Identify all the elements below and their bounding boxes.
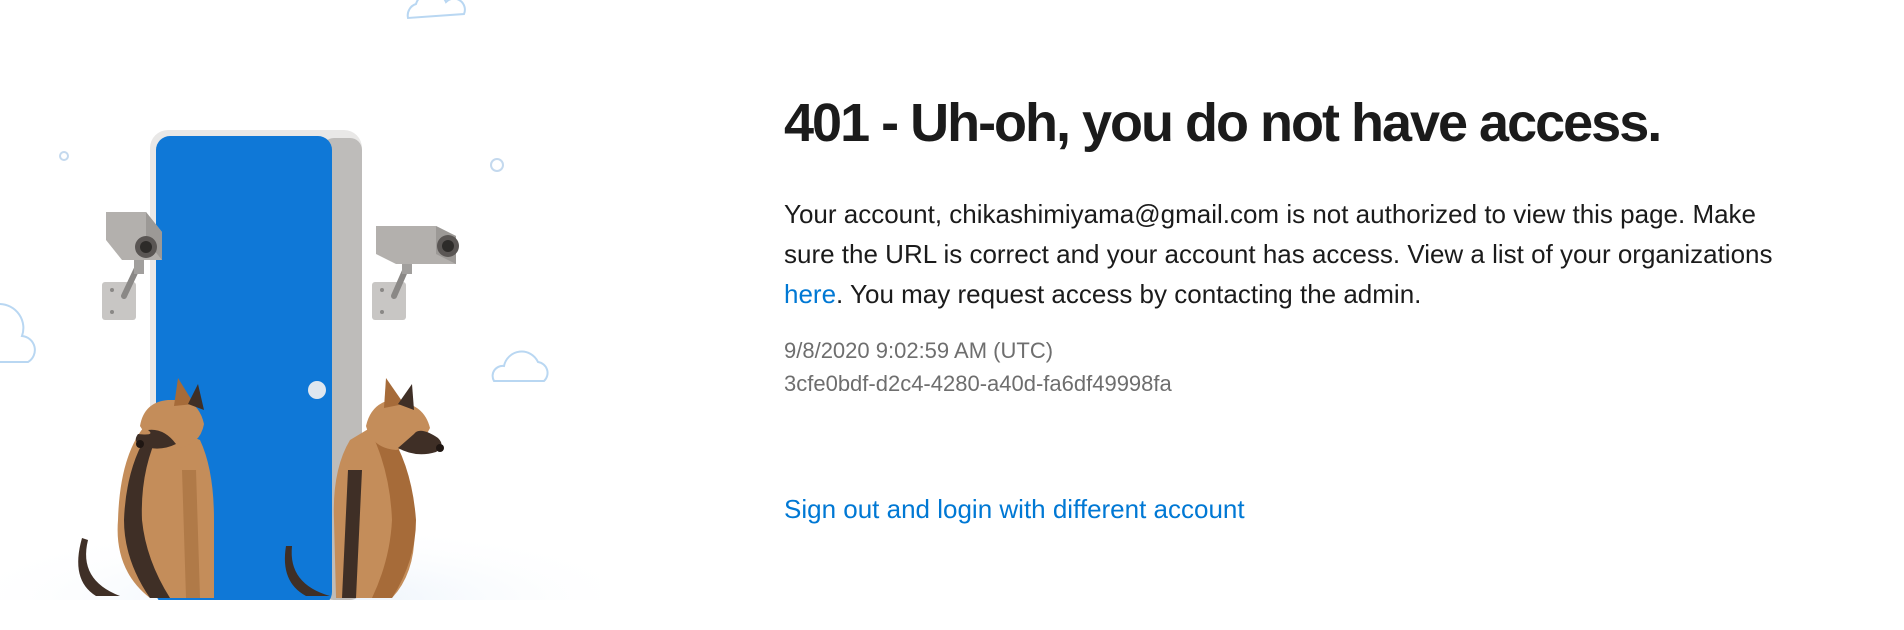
security-camera-icon: [372, 226, 459, 320]
cloud-icon: [406, 0, 466, 20]
access-denied-page: 401 - Uh-oh, you do not have access. You…: [0, 0, 1904, 630]
error-content: 401 - Uh-oh, you do not have access. You…: [784, 90, 1844, 525]
access-denied-illustration: [0, 0, 600, 600]
error-details: 9/8/2020 9:02:59 AM (UTC) 3cfe0bdf-d2c4-…: [784, 334, 1844, 400]
sign-out-link[interactable]: Sign out and login with different accoun…: [784, 494, 1245, 525]
error-message: Your account, chikashimiyama@gmail.com i…: [784, 194, 1804, 314]
error-timestamp: 9/8/2020 9:02:59 AM (UTC): [784, 338, 1054, 363]
cloud-icon: [491, 350, 549, 382]
sparkle-dot: [490, 158, 504, 172]
account-email: chikashimiyama@gmail.com: [949, 199, 1280, 229]
message-text: Your account,: [784, 199, 950, 229]
message-text: . You may request access by contacting t…: [836, 279, 1422, 309]
cloud-icon: [0, 303, 36, 363]
page-title: 401 - Uh-oh, you do not have access.: [784, 93, 1662, 153]
organizations-link[interactable]: here: [784, 279, 836, 309]
sparkle-dot: [59, 151, 69, 161]
activity-id: 3cfe0bdf-d2c4-4280-a40d-fa6df49998fa: [784, 371, 1172, 396]
